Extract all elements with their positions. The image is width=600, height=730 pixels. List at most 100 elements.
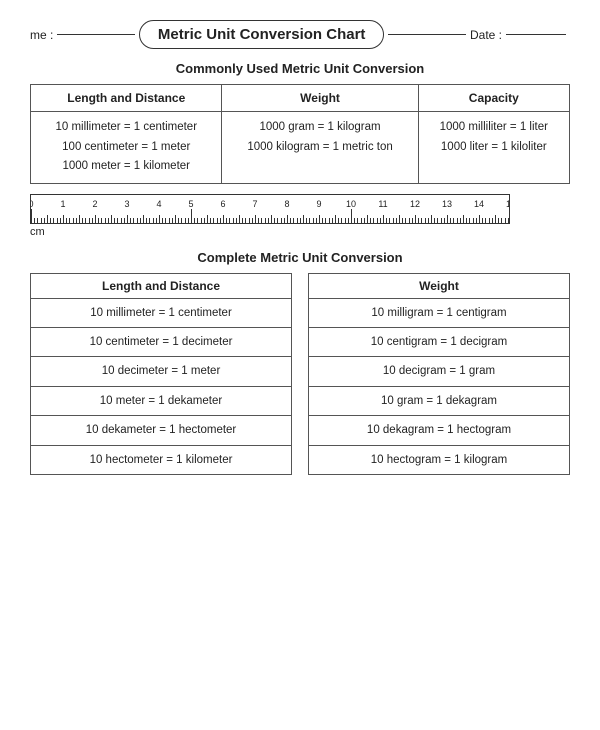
complete-length-header: Length and Distance — [31, 273, 292, 298]
ruler-label: 7 — [252, 199, 257, 209]
ruler-subtick — [399, 215, 400, 223]
ruler-subtick — [268, 218, 269, 223]
length-row: 1000 meter = 1 kilometer — [39, 157, 213, 177]
ruler-subtick — [197, 218, 198, 223]
ruler-subtick — [421, 218, 422, 223]
ruler-subtick — [393, 218, 394, 223]
ruler-subtick — [137, 218, 138, 223]
ruler-subtick — [476, 218, 477, 223]
ruler-subtick — [508, 218, 509, 223]
ruler-subtick — [367, 215, 368, 223]
ruler-subtick — [162, 218, 163, 223]
ruler-subtick — [306, 218, 307, 223]
ruler-subtick — [495, 215, 496, 223]
ruler-subtick — [245, 218, 246, 223]
ruler-subtick — [457, 218, 458, 223]
col-capacity: Capacity — [418, 85, 569, 112]
complete-weight-row: 10 centigram = 1 decigram — [309, 328, 570, 357]
date-value-underline — [506, 34, 566, 35]
ruler-label: 12 — [410, 199, 420, 209]
ruler-subtick — [370, 218, 371, 223]
complete-tables: Length and Distance 10 millimeter = 1 ce… — [30, 273, 570, 475]
ruler-subtick — [105, 218, 106, 223]
weight-cell: 1000 gram = 1 kilogram1000 kilogram = 1 … — [222, 112, 418, 184]
ruler-subtick — [361, 218, 362, 223]
ruler-tick — [255, 215, 256, 223]
ruler-subtick — [185, 218, 186, 223]
ruler-inner: 0123456789101112131415 — [31, 195, 509, 223]
ruler-subtick — [53, 218, 54, 223]
ruler-subtick — [229, 218, 230, 223]
ruler-subtick — [66, 218, 67, 223]
table-row: 10 decigram = 1 gram — [309, 357, 570, 386]
ruler-subtick — [79, 215, 80, 223]
ruler-tick — [95, 215, 96, 223]
ruler-subtick — [153, 218, 154, 223]
ruler-subtick — [130, 218, 131, 223]
ruler-subtick — [428, 218, 429, 223]
ruler-subtick — [204, 218, 205, 223]
ruler-subtick — [431, 215, 432, 223]
ruler-label: 10 — [346, 199, 356, 209]
ruler-subtick — [425, 218, 426, 223]
ruler-subtick — [194, 218, 195, 223]
table-row: 10 milligram = 1 centigram — [309, 298, 570, 327]
ruler-subtick — [348, 218, 349, 223]
ruler-subtick — [181, 218, 182, 223]
ruler-subtick — [233, 218, 234, 223]
ruler-container: 0123456789101112131415 cm — [30, 194, 570, 238]
ruler-tick — [191, 209, 192, 223]
weight-row: 1000 kilogram = 1 metric ton — [230, 138, 409, 158]
ruler-subtick — [450, 218, 451, 223]
ruler-subtick — [441, 218, 442, 223]
ruler-subtick — [34, 218, 35, 223]
ruler-tick — [319, 215, 320, 223]
me-label: me : — [30, 28, 53, 42]
ruler-subtick — [98, 218, 99, 223]
header-row: me : Metric Unit Conversion Chart Date : — [30, 20, 570, 49]
ruler-subtick — [124, 218, 125, 223]
ruler-subtick — [377, 218, 378, 223]
length-cell: 10 millimeter = 1 centimeter100 centimet… — [31, 112, 222, 184]
ruler-subtick — [156, 218, 157, 223]
ruler-subtick — [242, 218, 243, 223]
ruler-subtick — [469, 218, 470, 223]
ruler-subtick — [252, 218, 253, 223]
ruler-subtick — [41, 218, 42, 223]
ruler-subtick — [114, 218, 115, 223]
ruler-subtick — [489, 218, 490, 223]
ruler-tick — [479, 215, 480, 223]
ruler-subtick — [85, 218, 86, 223]
ruler-label: 4 — [156, 199, 161, 209]
ruler-subtick — [284, 218, 285, 223]
ruler-subtick — [281, 218, 282, 223]
ruler-tick — [447, 215, 448, 223]
table-row: 10 centigram = 1 decigram — [309, 328, 570, 357]
ruler-subtick — [498, 218, 499, 223]
me-underline — [57, 34, 135, 35]
ruler-tick — [159, 215, 160, 223]
ruler-subtick — [389, 218, 390, 223]
ruler-subtick — [364, 218, 365, 223]
ruler-tick — [287, 215, 288, 223]
ruler-subtick — [207, 215, 208, 223]
ruler-subtick — [169, 218, 170, 223]
complete-length-row: 10 centimeter = 1 decimeter — [31, 328, 292, 357]
ruler-subtick — [47, 215, 48, 223]
ruler-subtick — [92, 218, 93, 223]
ruler-subtick — [165, 218, 166, 223]
col-length: Length and Distance — [31, 85, 222, 112]
ruler-label: 13 — [442, 199, 452, 209]
ruler-subtick — [274, 218, 275, 223]
ruler-subtick — [143, 215, 144, 223]
ruler-subtick — [249, 218, 250, 223]
ruler-subtick — [492, 218, 493, 223]
ruler-subtick — [322, 218, 323, 223]
table-row: 10 centimeter = 1 decimeter — [31, 328, 292, 357]
ruler-label: 3 — [124, 199, 129, 209]
complete-length-table: Length and Distance 10 millimeter = 1 ce… — [30, 273, 292, 475]
table-row: 10 gram = 1 dekagram — [309, 386, 570, 415]
complete-length-row: 10 meter = 1 dekameter — [31, 386, 292, 415]
ruler-subtick — [396, 218, 397, 223]
complete-weight-header: Weight — [309, 273, 570, 298]
